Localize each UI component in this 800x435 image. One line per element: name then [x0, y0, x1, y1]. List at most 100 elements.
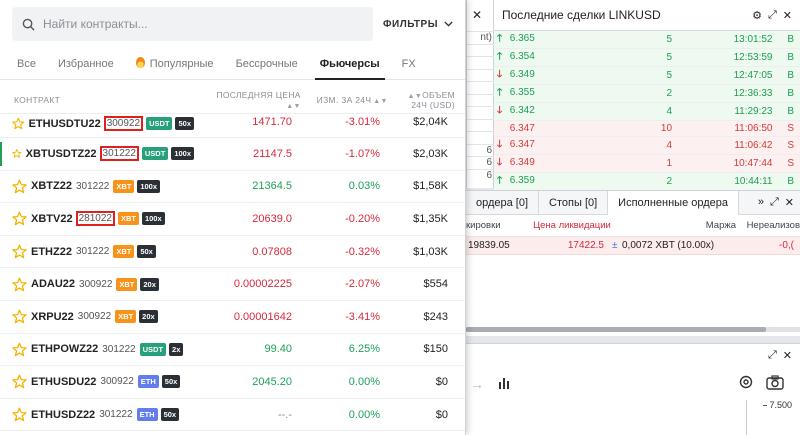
- contract-cell: ETHUSDU22 300922 ETH 50x: [12, 374, 194, 389]
- bar-chart-icon[interactable]: [498, 376, 510, 392]
- star-icon[interactable]: [12, 211, 27, 226]
- last-price: 99.40: [264, 343, 292, 356]
- col-change-24h[interactable]: ИЗМ. ЗА 24Ч ▲▼: [301, 95, 388, 105]
- star-icon[interactable]: [12, 309, 27, 324]
- trade-size: 10: [594, 120, 681, 137]
- tab-futures[interactable]: Фьючерсы: [309, 49, 391, 80]
- col-last-price[interactable]: ПОСЛЕДНЯЯ ЦЕНА ▲▼: [202, 90, 301, 110]
- tab-favorites[interactable]: Избранное: [47, 49, 125, 79]
- contract-row[interactable]: ETHUSDTU22 300922 USDT 50x 1471.70 -3.01% $2,0…: [0, 114, 465, 138]
- tab-orders[interactable]: ордера [0]: [466, 190, 540, 215]
- volume-24h: $150: [423, 343, 448, 356]
- settings-icon[interactable]: [738, 374, 754, 393]
- contract-cell: ETHZ22 301222 XBT 50x: [12, 244, 194, 259]
- leverage-badge: 50x: [160, 408, 180, 422]
- contract-symbol: XBTV22: [31, 212, 73, 225]
- filters-dropdown[interactable]: ФИЛЬТРЫ: [383, 19, 453, 30]
- leverage-badge: 2x: [169, 342, 184, 356]
- scrollbar-thumb[interactable]: [466, 327, 766, 332]
- tab-fx[interactable]: FX: [391, 49, 427, 79]
- star-icon[interactable]: [12, 277, 27, 292]
- star-icon[interactable]: [12, 342, 27, 357]
- contract-row[interactable]: XBTZ22 301222 XBT 100x 21364.5 0.03% $1,58K: [0, 171, 465, 204]
- star-icon[interactable]: [12, 146, 22, 161]
- leverage-badge: 100x: [171, 147, 194, 161]
- change-24h: 0.00%: [348, 375, 380, 388]
- contract-symbol: ETHPOWZ22: [31, 343, 99, 356]
- tab-popular[interactable]: Популярные: [125, 49, 225, 79]
- last-price: 0.00002225: [233, 278, 292, 291]
- trade-row: 🡑 6.359 2 10:44:11 B: [494, 172, 800, 191]
- trade-side: B: [775, 48, 800, 67]
- star-icon[interactable]: [12, 179, 27, 194]
- trade-row: 🡓 6.347 4 11:06:42 S: [494, 136, 800, 155]
- trade-side: S: [775, 136, 800, 155]
- category-tabs: Все Избранное Популярные Бессрочные Фьюч…: [0, 48, 465, 80]
- orders-column-headers: кировки Цена ликвидации Маржа Нереализов: [466, 215, 800, 237]
- leverage-badge: 20x: [139, 310, 158, 324]
- star-icon[interactable]: [12, 407, 27, 422]
- search-icon: [22, 18, 35, 31]
- volume-24h: $1,35K: [413, 212, 448, 225]
- sort-icon: ▲▼: [373, 97, 388, 105]
- expand-icon[interactable]: ⤢: [768, 9, 777, 22]
- recent-trades-title: Последние сделки LINKUSD: [502, 8, 661, 22]
- trade-price-cell: 🡓 6.349: [494, 154, 595, 173]
- camera-icon[interactable]: [766, 374, 784, 393]
- trade-row: 🡑 6.365 5 13:01:52 B: [494, 31, 800, 49]
- contract-row[interactable]: ETHUSDU22 300922 ETH 50x 2045.20 0.00% $0: [0, 366, 465, 399]
- contract-expiry-code: 300922: [79, 278, 113, 290]
- change-24h: -2.07%: [345, 278, 380, 291]
- contract-row[interactable]: ETHZ22 301222 XBT 50x 0.07808 -0.32% $1,03K: [0, 236, 465, 269]
- col-volume-24h[interactable]: ▲▼ОБЪЕМ 24Ч (USD): [388, 90, 455, 110]
- last-price: 21147.5: [253, 147, 292, 160]
- star-icon[interactable]: [12, 374, 27, 389]
- contract-cell: ETHPOWZ22 301222 USDT 2x: [12, 342, 194, 357]
- arrow-right-icon[interactable]: →: [470, 376, 484, 392]
- contract-row[interactable]: ADAU22 300922 XBT 20x 0.00002225 -2.07% $554: [0, 268, 465, 301]
- close-icon[interactable]: ✕: [472, 8, 482, 22]
- tab-stops[interactable]: Стопы [0]: [539, 190, 609, 215]
- tab-popular-label: Популярные: [149, 58, 214, 70]
- col-contract[interactable]: КОНТРАКТ: [14, 95, 202, 105]
- expand-icon[interactable]: ⤢: [770, 196, 779, 209]
- contract-cell: ADAU22 300922 XBT 20x: [12, 277, 194, 292]
- margin-adjust-icon[interactable]: ±: [612, 240, 622, 251]
- arrow-down-icon: 🡓: [497, 69, 503, 80]
- gear-icon[interactable]: ⚙: [752, 9, 762, 22]
- search-box[interactable]: [12, 7, 373, 41]
- more-tabs-icon[interactable]: »: [758, 196, 764, 209]
- star-icon[interactable]: [12, 244, 27, 259]
- tab-all[interactable]: Все: [6, 49, 47, 79]
- contract-symbol: ETHUSDZ22: [31, 408, 96, 421]
- contract-row[interactable]: XBTUSDTZ22 301222 USDT 100x 21147.5 -1.07% $2,…: [0, 138, 465, 171]
- horizontal-scrollbar[interactable]: [466, 327, 800, 332]
- contract-expiry-code: 300922: [103, 116, 144, 131]
- position-row[interactable]: 19839.05 17422.5 ± 0,0072 XBT (10.00x) -…: [466, 237, 800, 255]
- contract-row[interactable]: XRPU22 300922 XBT 20x 0.00001642 -3.41% $243: [0, 301, 465, 334]
- trade-time: 11:29:23: [680, 102, 776, 121]
- contract-row[interactable]: ETHPOWZ22 301222 USDT 2x 99.40 6.25% $150: [0, 334, 465, 367]
- chart-header: ⤢ ✕: [466, 344, 800, 366]
- volume-24h: $554: [423, 278, 448, 291]
- close-icon[interactable]: ✕: [785, 196, 794, 209]
- col-change-label: ИЗМ. ЗА 24Ч: [316, 94, 372, 105]
- star-icon[interactable]: [12, 116, 25, 131]
- arrow-up-icon: 🡑: [497, 51, 503, 62]
- close-icon[interactable]: ✕: [783, 349, 792, 362]
- close-icon[interactable]: ✕: [783, 9, 792, 22]
- tab-filled-orders[interactable]: Исполненные ордера: [608, 190, 740, 215]
- contract-row[interactable]: XBTV22 281022 XBT 100x 20639.0 -0.20% $1,35K: [0, 203, 465, 236]
- currency-badge: XBT: [116, 277, 138, 291]
- contract-row[interactable]: ETHUSDZ22 301222 ETH 50x --.- 0.00% $0: [0, 399, 465, 432]
- trade-side: B: [775, 172, 800, 191]
- change-24h: -0.20%: [345, 212, 380, 225]
- recent-trades-table: 🡑 6.365 5 13:01:52 B 🡑 6.354 5 12:53:59 B 🡓 6.34…: [494, 31, 800, 209]
- last-price: 0.07808: [252, 245, 292, 258]
- expand-icon[interactable]: ⤢: [768, 349, 777, 362]
- tab-perpetual[interactable]: Бессрочные: [225, 49, 309, 79]
- chevron-down-icon: [444, 21, 453, 27]
- contract-symbol: ETHUSDU22: [31, 375, 97, 388]
- search-input[interactable]: [43, 17, 363, 31]
- leverage-badge: 100x: [141, 212, 165, 226]
